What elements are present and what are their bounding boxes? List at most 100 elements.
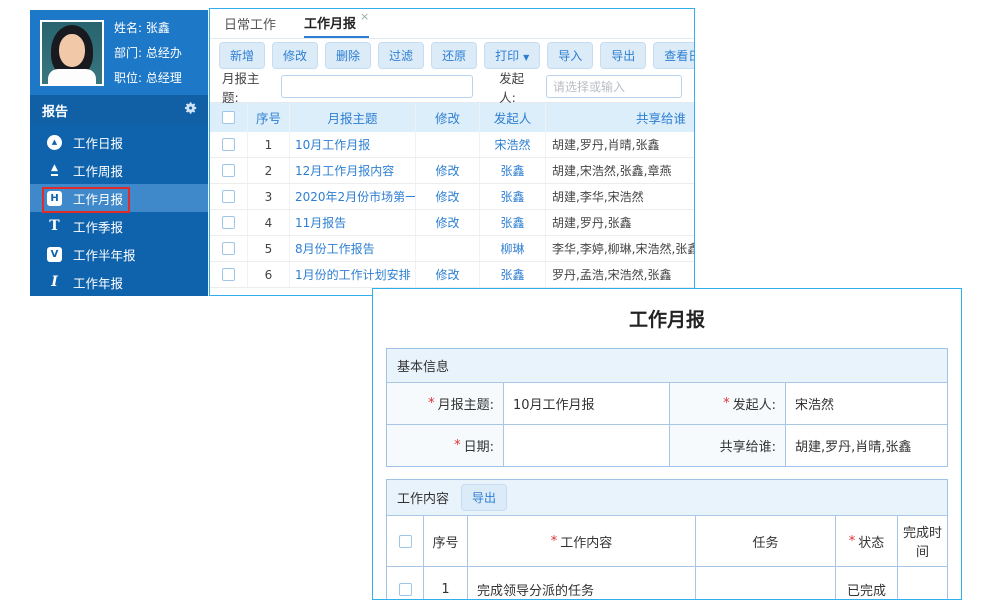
table-row: 6 1月份的工作计划安排 修改 张鑫 罗丹,孟浩,宋浩然,张鑫 xyxy=(210,262,694,288)
print-label: 打印 xyxy=(495,49,519,63)
sidebar-item-half-year-report[interactable]: V 工作半年报 xyxy=(30,240,208,268)
modify-link[interactable]: 修改 xyxy=(416,158,480,183)
subject-link[interactable]: 8月份工作报告 xyxy=(290,236,416,261)
row-checkbox[interactable] xyxy=(222,190,235,203)
share-list: 胡建,罗丹,肖晴,张鑫 xyxy=(546,132,694,157)
row-num: 3 xyxy=(248,184,290,209)
header-text: 工作内容 xyxy=(560,532,612,551)
avatar-face xyxy=(59,34,85,67)
filter-button[interactable]: 过滤 xyxy=(378,42,424,69)
row-checkbox[interactable] xyxy=(222,164,235,177)
content-header-num: 序号 xyxy=(423,515,467,566)
content-header-checkbox-cell xyxy=(387,515,423,566)
subject-link[interactable]: 11月报告 xyxy=(290,210,416,235)
initiator-link[interactable]: 张鑫 xyxy=(480,184,546,209)
content-export-button[interactable]: 导出 xyxy=(461,484,507,511)
modify-link[interactable]: 修改 xyxy=(416,210,480,235)
sidebar-item-weekly-report[interactable]: ▲ 工作周报 xyxy=(30,156,208,184)
label-text: 共享给谁: xyxy=(720,436,776,455)
restore-button[interactable]: 还原 xyxy=(431,42,477,69)
user-department: 部门: 总经办 xyxy=(114,44,182,61)
content-header-task: 任务 xyxy=(695,515,835,566)
date-label: * 日期: xyxy=(387,424,503,466)
filter-bar: 月报主题: 发起人: xyxy=(210,71,694,103)
user-info: 姓名: 张鑫 部门: 总经办 职位: 总经理 xyxy=(114,19,182,86)
tab-daily-work[interactable]: 日常工作 xyxy=(224,9,276,38)
share-value: 胡建,罗丹,肖晴,张鑫 xyxy=(785,424,947,466)
row-checkbox[interactable] xyxy=(222,268,235,281)
subject-value: 10月工作月报 xyxy=(503,382,669,424)
initiator-filter-label: 发起人: xyxy=(499,68,540,106)
header-text: 状态 xyxy=(858,532,884,551)
label-text: 月报主题: xyxy=(438,394,494,413)
basic-info-header: 基本信息 xyxy=(387,349,947,382)
monthly-report-icon: H xyxy=(47,191,62,206)
sidebar-item-quarterly-report[interactable]: T 工作季报 xyxy=(30,212,208,240)
sidebar-item-label: 工作周报 xyxy=(73,161,123,180)
subject-link[interactable]: 2020年2月份市场第一步财务... xyxy=(290,184,416,209)
gear-icon[interactable] xyxy=(184,101,198,119)
content-row-checkbox-cell xyxy=(387,566,423,600)
sidebar-section-header: 报告 xyxy=(30,95,208,125)
initiator-link[interactable]: 宋浩然 xyxy=(480,132,546,157)
sidebar-item-label: 工作日报 xyxy=(73,133,123,152)
export-button[interactable]: 导出 xyxy=(600,42,646,69)
sidebar-item-label: 工作月报 xyxy=(73,189,123,208)
tab-monthly-report[interactable]: 工作月报 × xyxy=(304,9,369,38)
quarterly-report-icon: T xyxy=(47,219,62,234)
modify-link[interactable]: 修改 xyxy=(416,184,480,209)
add-button[interactable]: 新增 xyxy=(219,42,265,69)
main-panel: 日常工作 工作月报 × 新增 修改 删除 过滤 还原 打印▼ 导入 导出 查看日… xyxy=(209,8,695,296)
initiator-link[interactable]: 张鑫 xyxy=(480,210,546,235)
initiator-value: 宋浩然 xyxy=(785,382,947,424)
row-num: 1 xyxy=(248,132,290,157)
page: 姓名: 张鑫 部门: 总经办 职位: 总经理 报告 ▲ 工作日报 ▲ 工作周报 xyxy=(0,0,1000,600)
import-button[interactable]: 导入 xyxy=(547,42,593,69)
modify-link[interactable]: 修改 xyxy=(416,262,480,287)
select-all-checkbox[interactable] xyxy=(222,111,235,124)
content-header-finish-time: 完成时间 xyxy=(897,515,947,566)
initiator-link[interactable]: 张鑫 xyxy=(480,158,546,183)
basic-info-section: 基本信息 * 月报主题: 10月工作月报 * 发起人: 宋浩然 * 日期: xyxy=(386,348,948,467)
print-button[interactable]: 打印▼ xyxy=(484,42,540,69)
sidebar-title: 报告 xyxy=(42,101,68,120)
content-header-status: * 状态 xyxy=(835,515,897,566)
work-content-title: 工作内容 xyxy=(397,488,449,507)
row-num: 6 xyxy=(248,262,290,287)
row-checkbox[interactable] xyxy=(222,242,235,255)
subject-link[interactable]: 1月份的工作计划安排 xyxy=(290,262,416,287)
view-log-button[interactable]: 查看日志 xyxy=(653,42,695,69)
table-row: 5 8月份工作报告 柳琳 李华,李婷,柳琳,宋浩然,张鑫 xyxy=(210,236,694,262)
initiator-link[interactable]: 张鑫 xyxy=(480,262,546,287)
modify-link[interactable] xyxy=(416,132,480,157)
subject-link[interactable]: 10月工作月报 xyxy=(290,132,416,157)
modify-button[interactable]: 修改 xyxy=(272,42,318,69)
sidebar-item-daily-report[interactable]: ▲ 工作日报 xyxy=(30,128,208,156)
required-mark: * xyxy=(428,396,435,411)
subject-link[interactable]: 12月工作月报内容 xyxy=(290,158,416,183)
initiator-label: * 发起人: xyxy=(669,382,785,424)
date-value xyxy=(503,424,669,466)
row-num: 2 xyxy=(248,158,290,183)
initiator-filter-input[interactable] xyxy=(546,75,682,98)
modify-link[interactable] xyxy=(416,236,480,261)
sidebar-item-monthly-report[interactable]: H 工作月报 xyxy=(30,184,208,212)
basic-info-grid: * 月报主题: 10月工作月报 * 发起人: 宋浩然 * 日期: 共享给谁: 胡… xyxy=(387,382,947,466)
subject-filter-label: 月报主题: xyxy=(222,68,275,106)
row-checkbox[interactable] xyxy=(222,138,235,151)
close-icon[interactable]: × xyxy=(360,10,369,23)
subject-filter-input[interactable] xyxy=(281,75,473,98)
user-profile: 姓名: 张鑫 部门: 总经办 职位: 总经理 xyxy=(30,10,208,95)
content-select-all-checkbox[interactable] xyxy=(399,535,412,548)
annual-report-icon: I xyxy=(47,275,62,290)
delete-button[interactable]: 删除 xyxy=(325,42,371,69)
content-row-content: 完成领导分派的任务 xyxy=(467,566,695,600)
required-mark: * xyxy=(723,396,730,411)
dialog-title: 工作月报 xyxy=(386,305,948,332)
initiator-link[interactable]: 柳琳 xyxy=(480,236,546,261)
work-content-section: 工作内容 导出 序号 * 工作内容 任务 * 状态 完成时间 1 完成领导分派的… xyxy=(386,479,948,600)
content-row-checkbox[interactable] xyxy=(399,583,412,596)
header-initiator: 发起人 xyxy=(480,103,546,132)
sidebar-item-annual-report[interactable]: I 工作年报 xyxy=(30,268,208,296)
row-checkbox[interactable] xyxy=(222,216,235,229)
